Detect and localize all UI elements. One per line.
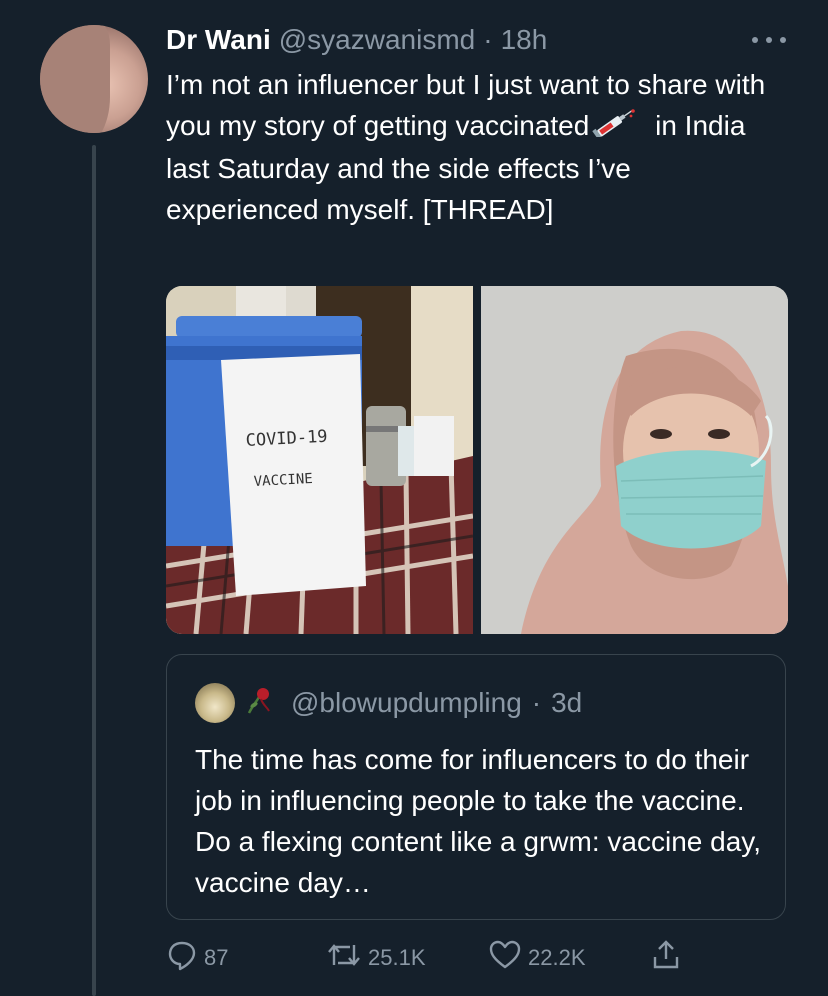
author-avatar[interactable] xyxy=(40,25,148,133)
heart-icon xyxy=(488,939,522,977)
action-bar: 87 25.1K 22.2K xyxy=(166,940,788,976)
sign-line1: COVID-19 xyxy=(245,427,328,451)
header-separator: · xyxy=(483,24,493,55)
vaccine-box-photo[interactable]: COVID-19 VACCINE xyxy=(166,286,473,634)
quoted-separator: · xyxy=(531,687,542,718)
avatar-hijab-shape xyxy=(40,25,110,133)
syringe-icon xyxy=(591,107,637,148)
timestamp[interactable]: 18h xyxy=(501,24,548,56)
sign-line2: VACCINE xyxy=(253,471,313,490)
tweet-text: I’m not an influencer but I just want to… xyxy=(166,64,766,230)
reply-count: 87 xyxy=(204,945,229,970)
handle[interactable]: @syazwanismd xyxy=(279,24,475,56)
retweet-count: 25.1K xyxy=(368,945,426,970)
quoted-handle[interactable]: @blowupdumpling xyxy=(291,687,522,719)
reply-icon xyxy=(166,939,198,977)
selfie-photo[interactable] xyxy=(481,286,788,634)
display-name[interactable]: Dr Wani xyxy=(166,24,271,56)
share-button[interactable] xyxy=(650,940,682,976)
share-icon xyxy=(650,939,682,977)
retweet-icon xyxy=(326,939,362,977)
quoted-tweet-header: @blowupdumpling · 3d xyxy=(195,683,582,723)
quoted-tweet-text: The time has come for influencers to do … xyxy=(195,744,761,898)
tweet-header: Dr Wani @syazwanismd · 18h xyxy=(166,24,547,60)
quoted-timestamp[interactable]: 3d xyxy=(551,687,582,719)
thread-line xyxy=(92,145,96,996)
like-button[interactable]: 22.2K xyxy=(488,940,586,976)
more-dot xyxy=(766,37,772,43)
more-options-icon[interactable] xyxy=(752,32,786,48)
media-grid: COVID-19 VACCINE xyxy=(166,286,788,634)
more-dot xyxy=(780,37,786,43)
wilted-rose-icon xyxy=(245,685,275,722)
retweet-button[interactable]: 25.1K xyxy=(326,940,426,976)
like-count: 22.2K xyxy=(528,945,586,970)
reply-button[interactable]: 87 xyxy=(166,940,228,976)
more-dot xyxy=(752,37,758,43)
quoted-avatar[interactable] xyxy=(195,683,235,723)
quoted-tweet[interactable]: @blowupdumpling · 3d The time has come f… xyxy=(166,654,786,920)
